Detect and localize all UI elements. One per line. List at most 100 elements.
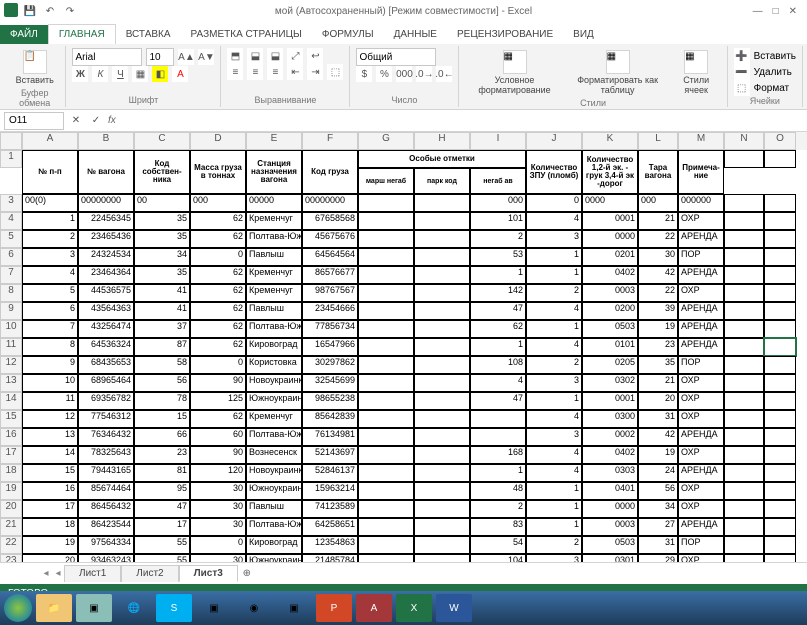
bold-icon[interactable]: Ж	[72, 66, 88, 82]
cell-qty[interactable]: 0300	[582, 410, 638, 428]
col-header-D[interactable]: D	[190, 132, 246, 150]
cell-qty[interactable]: 0205	[582, 356, 638, 374]
cell-h[interactable]	[414, 464, 470, 482]
cell-i[interactable]: 47	[470, 302, 526, 320]
name-box[interactable]	[4, 112, 64, 130]
col-header-N[interactable]: N	[724, 132, 764, 150]
cell-cargo[interactable]: 23454666	[302, 302, 358, 320]
cell-h[interactable]	[414, 212, 470, 230]
sheet-tab-1[interactable]: Лист2	[121, 565, 178, 582]
cell-station[interactable]: Кировоград	[246, 536, 302, 554]
[interactable]	[724, 212, 764, 230]
cell-g[interactable]	[358, 302, 414, 320]
delete-cell-icon[interactable]: ➖	[734, 64, 750, 80]
cell-wagon[interactable]: 86423544	[78, 518, 134, 536]
cell-owner[interactable]: 37	[134, 320, 190, 338]
align-center-icon[interactable]: ≡	[247, 64, 263, 80]
cell-i[interactable]: 4	[470, 374, 526, 392]
[interactable]	[724, 302, 764, 320]
cell-owner[interactable]: 23	[134, 446, 190, 464]
cell-i[interactable]: 108	[470, 356, 526, 374]
cell-g[interactable]	[358, 284, 414, 302]
tab-home[interactable]: ГЛАВНАЯ	[48, 24, 116, 44]
cell-cargo[interactable]: 52846137	[302, 464, 358, 482]
cell-i[interactable]: 48	[470, 482, 526, 500]
cell-cargo[interactable]: 86576677	[302, 266, 358, 284]
cell-note[interactable]: АРЕНДА	[678, 428, 724, 446]
row-header[interactable]: 8	[0, 284, 22, 302]
row-header[interactable]: 9	[0, 302, 22, 320]
cell-i[interactable]: 101	[470, 212, 526, 230]
cell-station[interactable]: Полтава-Южна	[246, 518, 302, 536]
cell-zpu[interactable]: 1	[526, 320, 582, 338]
cell-owner[interactable]: 47	[134, 500, 190, 518]
sheet-tab-2[interactable]: Лист3	[179, 565, 238, 582]
cell-wagon[interactable]: 43564363	[78, 302, 134, 320]
cell-cargo[interactable]: 12354863	[302, 536, 358, 554]
size-select[interactable]	[146, 48, 174, 66]
[interactable]	[724, 338, 764, 356]
cell-note[interactable]: ОХР	[678, 554, 724, 562]
cell-wagon[interactable]: 22456345	[78, 212, 134, 230]
[interactable]	[724, 518, 764, 536]
cell-n[interactable]: 14	[22, 446, 78, 464]
tpl-m[interactable]: 000000	[678, 194, 724, 212]
worksheet[interactable]: ABCDEFGHIJKLMNO 1№ п-п№ вагонаКод собств…	[0, 132, 807, 562]
col-header-I[interactable]: I	[470, 132, 526, 150]
[interactable]	[724, 428, 764, 446]
cell-note[interactable]: ОХР	[678, 374, 724, 392]
[interactable]	[724, 464, 764, 482]
row-header[interactable]: 13	[0, 374, 22, 392]
cell-qty[interactable]: 0401	[582, 482, 638, 500]
cell-cargo[interactable]: 52143697	[302, 446, 358, 464]
row-header[interactable]: 6	[0, 248, 22, 266]
cell-mass[interactable]: 62	[190, 302, 246, 320]
currency-icon[interactable]: $	[356, 66, 372, 82]
[interactable]	[764, 410, 796, 428]
maximize-icon[interactable]: □	[773, 6, 779, 17]
cell-g[interactable]	[358, 356, 414, 374]
cell-zpu[interactable]: 4	[526, 212, 582, 230]
cell-note[interactable]: АРЕНДА	[678, 320, 724, 338]
cell-zpu[interactable]: 1	[526, 392, 582, 410]
row-header[interactable]: 3	[0, 194, 22, 212]
cell-tare[interactable]: 21	[638, 212, 678, 230]
cell-station[interactable]: Полтава-Южна	[246, 320, 302, 338]
hdr-i[interactable]: негаб ав	[470, 168, 526, 194]
cell-station[interactable]: Кировоград	[246, 338, 302, 356]
row-header[interactable]: 18	[0, 464, 22, 482]
fill-color-icon[interactable]: ◧	[152, 66, 168, 82]
cell-owner[interactable]: 58	[134, 356, 190, 374]
cell-zpu[interactable]: 3	[526, 374, 582, 392]
cell-h[interactable]	[414, 428, 470, 446]
cell-zpu[interactable]: 3	[526, 554, 582, 562]
cell-mass[interactable]: 30	[190, 518, 246, 536]
redo-icon[interactable]: ↷	[62, 3, 78, 19]
cell-owner[interactable]: 41	[134, 302, 190, 320]
cell-zpu[interactable]: 4	[526, 464, 582, 482]
cell-tare[interactable]: 19	[638, 320, 678, 338]
cell-mass[interactable]: 120	[190, 464, 246, 482]
cell-tare[interactable]: 27	[638, 518, 678, 536]
cell-station[interactable]: Кременчуг	[246, 284, 302, 302]
cell-h[interactable]	[414, 302, 470, 320]
cell-owner[interactable]: 66	[134, 428, 190, 446]
cell-mass[interactable]: 62	[190, 266, 246, 284]
cell-g[interactable]	[358, 266, 414, 284]
row-header[interactable]: 14	[0, 392, 22, 410]
cell-tare[interactable]: 19	[638, 446, 678, 464]
hdr-k[interactable]: Количество 1,2-й эк. - грук 3,4-й эк -до…	[582, 150, 638, 194]
[interactable]	[724, 248, 764, 266]
cell-h[interactable]	[414, 518, 470, 536]
cell-g[interactable]	[358, 536, 414, 554]
cell-g[interactable]	[358, 212, 414, 230]
cell-tare[interactable]: 23	[638, 338, 678, 356]
cell-qty[interactable]: 0000	[582, 500, 638, 518]
cell-zpu[interactable]: 3	[526, 428, 582, 446]
cell-tare[interactable]: 56	[638, 482, 678, 500]
cell-h[interactable]	[414, 536, 470, 554]
tab-layout[interactable]: РАЗМЕТКА СТРАНИЦЫ	[181, 25, 312, 44]
cell-owner[interactable]: 81	[134, 464, 190, 482]
cell-cargo[interactable]: 30297862	[302, 356, 358, 374]
cell-tare[interactable]: 35	[638, 356, 678, 374]
